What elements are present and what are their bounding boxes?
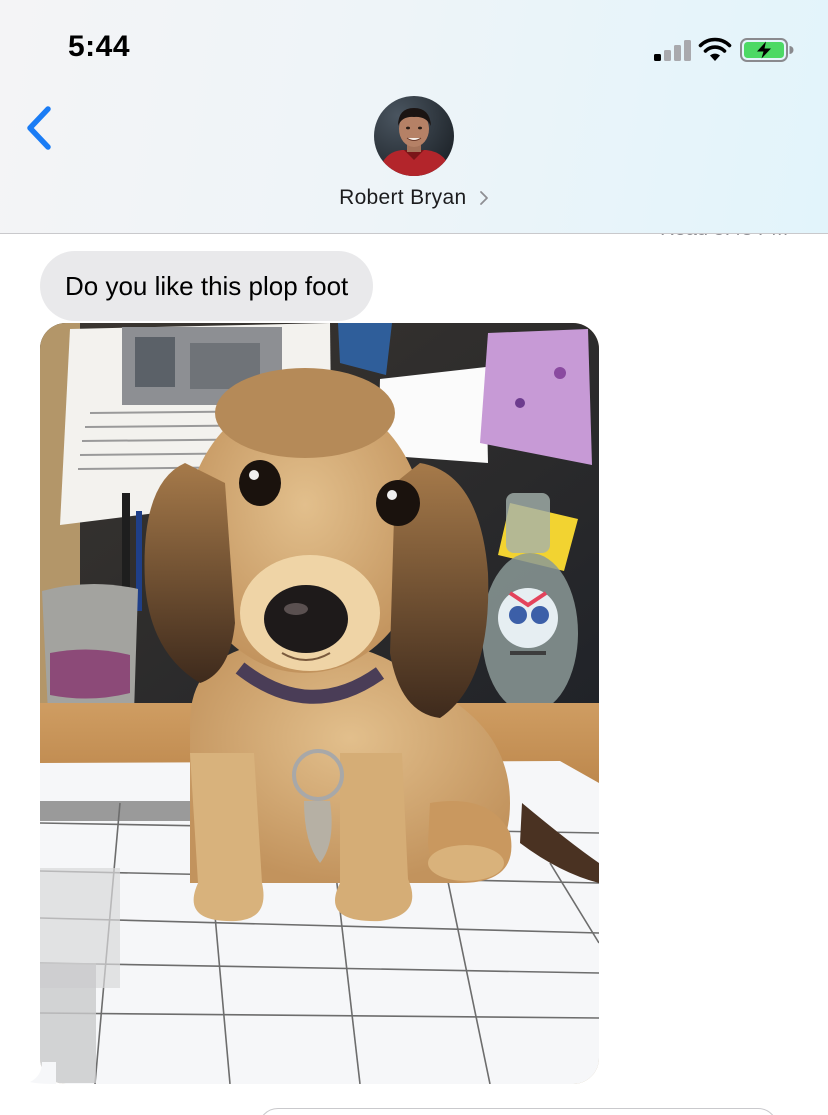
avatar-photo (374, 96, 454, 176)
chevron-right-icon (479, 191, 488, 205)
contact-name: Robert Bryan (339, 186, 467, 209)
dachshund-puppy-photo (40, 323, 599, 1084)
conversation-header: 5:44 Robert Bryan (0, 0, 828, 234)
back-button[interactable] (22, 104, 56, 152)
contact-name-button[interactable]: Robert Bryan (0, 186, 828, 210)
message-input-field[interactable] (258, 1108, 778, 1115)
bubble-tail-icon (30, 1062, 56, 1084)
cellular-signal-icon (654, 39, 691, 61)
status-time: 5:44 (68, 30, 131, 63)
incoming-photo-message[interactable] (40, 323, 599, 1084)
messages-screen: Read 5:43 PM 5:44 (0, 0, 828, 1115)
contact-avatar[interactable] (374, 96, 454, 176)
battery-charging-icon (740, 38, 794, 62)
wifi-icon (698, 37, 732, 61)
incoming-message-bubble[interactable]: Do you like this plop foot (40, 251, 374, 321)
